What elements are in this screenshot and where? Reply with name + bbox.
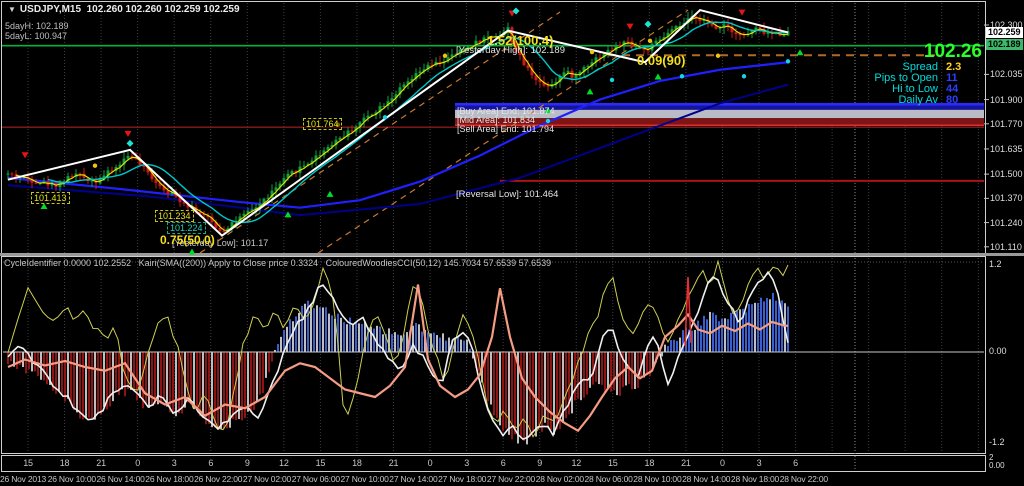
hi-to-low-value: 44 xyxy=(946,83,959,95)
big-price: 102.26 xyxy=(923,41,982,62)
spread-value: 2.3 xyxy=(946,61,962,73)
osc-axis-bottom: -1.2 xyxy=(989,437,1005,447)
pane-separator[interactable] xyxy=(0,253,1024,256)
price-tag-101413[interactable]: 101.413 xyxy=(31,192,70,204)
date-label: 27 Nov 06:00 xyxy=(291,474,340,484)
date-label: 26 Nov 2013 xyxy=(0,474,47,484)
date-label: 26 Nov 14:00 xyxy=(96,474,145,484)
date-label: 26 Nov 22:00 xyxy=(194,474,243,484)
price-tag-101764[interactable]: 101.764 xyxy=(303,118,342,130)
indicator-pane[interactable] xyxy=(1,256,986,454)
hour-label: 18 xyxy=(352,458,362,468)
date-label: 26 Nov 18:00 xyxy=(145,474,194,484)
quote-panel: 102.26 Spread 2.3 Pips to Open 11 Hi to Lo… xyxy=(874,42,982,106)
pips-to-open-value: 11 xyxy=(946,72,958,84)
hour-label: 15 xyxy=(23,458,33,468)
chart-title: ▼ USDJPY,M15 102.260 102.260 102.259 102.… xyxy=(8,5,240,15)
osc-axis-mid: 0.00 xyxy=(989,346,1007,356)
fib-90-label: 0.09(90) xyxy=(637,53,686,68)
five-day-high-label: 5dayH: 102.189 xyxy=(5,21,69,31)
date-label: 26 Nov 10:00 xyxy=(47,474,96,484)
five-day-low-label: 5dayL: 100.947 xyxy=(5,31,68,41)
hour-label: 15 xyxy=(315,458,326,468)
current-price-box: 102.259 xyxy=(986,27,1023,38)
time-axis[interactable]: 26 Nov 2013 26 Nov 10:00 26 Nov 14:00 26 No… xyxy=(0,471,984,486)
hour-label: 15 xyxy=(607,458,618,468)
price-tick: 101.370 xyxy=(990,193,1023,204)
date-label: 27 Nov 22:00 xyxy=(486,474,536,484)
daily-av-label: Daily Av xyxy=(898,94,938,106)
hour-strip-pane[interactable] xyxy=(1,455,986,472)
chart-title-text: USDJPY,M15 102.260 102.260 102.259 102.2… xyxy=(19,4,240,15)
date-label: 28 Nov 10:00 xyxy=(633,474,682,484)
hour-label: 12 xyxy=(279,458,289,468)
sell-area-label: [Sell Area] End: 101.794 xyxy=(457,124,555,134)
hour-label: 18 xyxy=(59,458,70,468)
yesterday-high-box: 102.189 xyxy=(986,39,1023,50)
hour-label: 3 xyxy=(756,458,762,468)
price-tick: 101.635 xyxy=(990,143,1023,154)
date-label: 27 Nov 10:00 xyxy=(340,474,389,484)
date-label: 28 Nov 22:00 xyxy=(779,474,828,484)
price-tick: 101.110 xyxy=(990,241,1022,252)
hour-label: 3 xyxy=(464,458,469,468)
indicator-header: CycleIdentifier 0.0000 102.2552 Kairi(SM… xyxy=(4,258,552,268)
date-label: 28 Nov 14:00 xyxy=(682,474,731,484)
hour-label: 9 xyxy=(537,458,543,468)
hour-label: 21 xyxy=(96,458,106,468)
strip-axis-bottom: 0.00 xyxy=(989,461,1005,470)
price-tick: 102.035 xyxy=(990,69,1023,80)
daily-av-value: 80 xyxy=(946,94,959,106)
fib-50-label: 0.75(50.0) xyxy=(160,233,215,247)
hour-label: 12 xyxy=(571,458,582,468)
hour-label: 18 xyxy=(644,458,655,468)
osc-axis-top: 1.2 xyxy=(989,259,1002,269)
price-tick: 101.770 xyxy=(990,118,1023,129)
date-label: 28 Nov 06:00 xyxy=(584,474,633,484)
hour-label: 0 xyxy=(720,458,725,468)
date-label: 27 Nov 14:00 xyxy=(389,474,438,484)
hour-label: 6 xyxy=(500,458,506,468)
date-label: 28 Nov 02:00 xyxy=(535,474,584,484)
reversal-low-label: [Reversal Low]: 101.464 xyxy=(456,189,559,200)
hour-label: 3 xyxy=(171,458,177,468)
price-tag-101234[interactable]: 101.234 xyxy=(155,210,194,222)
date-label: 27 Nov 18:00 xyxy=(438,474,487,484)
hour-label: 6 xyxy=(793,458,798,468)
fib-100-label: 1.52(100.4) xyxy=(487,33,554,48)
mt4-chart-window: ▼ USDJPY,M15 102.260 102.260 102.259 102.… xyxy=(0,0,1024,486)
hour-label: 0 xyxy=(427,458,433,468)
hour-label: 9 xyxy=(244,458,250,468)
symbol-dropdown-icon[interactable]: ▼ xyxy=(8,5,16,14)
price-tick: 101.240 xyxy=(990,217,1023,228)
price-tick: 101.500 xyxy=(990,169,1023,180)
date-label: 27 Nov 02:00 xyxy=(242,474,292,484)
date-label: 28 Nov 18:00 xyxy=(730,474,780,484)
hour-label: 6 xyxy=(208,458,214,468)
price-tick: 101.900 xyxy=(990,94,1023,105)
hour-label: 21 xyxy=(681,458,691,468)
hour-label: 0 xyxy=(135,458,141,468)
hour-label: 21 xyxy=(388,458,399,468)
